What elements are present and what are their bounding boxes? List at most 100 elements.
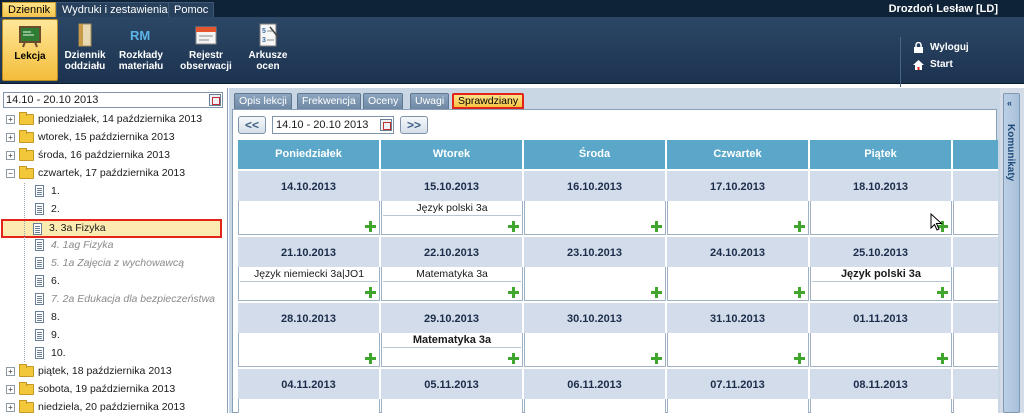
tree-lesson-item[interactable]: 7. 2a Edukacja dla bezpieczeństwa bbox=[3, 291, 223, 308]
test-entry[interactable]: Matematyka 3a bbox=[383, 334, 521, 348]
tree-lesson-item[interactable]: 6. bbox=[3, 273, 223, 290]
menu-tab-dziennik[interactable]: Dziennik bbox=[2, 2, 57, 17]
rejestr-obserwacji-button[interactable]: Rejestr obserwacji bbox=[178, 19, 234, 81]
test-day-cell[interactable] bbox=[524, 399, 666, 413]
add-test-icon[interactable] bbox=[365, 353, 376, 364]
add-test-icon[interactable] bbox=[651, 353, 662, 364]
tree-lesson-item[interactable]: 5. 1a Zajęcia z wychowawcą bbox=[3, 255, 223, 272]
add-test-icon[interactable] bbox=[651, 221, 662, 232]
add-test-icon[interactable] bbox=[794, 287, 805, 298]
arkusze-ocen-button[interactable]: 5 3 Arkusze ocen bbox=[240, 19, 296, 81]
tree-lesson-item[interactable]: 1. bbox=[3, 183, 223, 200]
user-name: Drozdoń Lesław [LD] bbox=[888, 3, 998, 15]
test-day-cell[interactable]: Język niemiecki 3a|JO1 bbox=[238, 267, 380, 301]
test-day-cell[interactable] bbox=[238, 399, 380, 413]
tab-oceny[interactable]: Oceny bbox=[363, 93, 404, 109]
expand-icon[interactable]: + bbox=[6, 151, 15, 160]
chevron-left-icon: « bbox=[1007, 98, 1013, 108]
test-day-cell[interactable] bbox=[953, 399, 998, 413]
test-day-cell[interactable]: Matematyka 3a bbox=[381, 267, 523, 301]
test-day-cell[interactable] bbox=[667, 333, 809, 367]
expand-icon[interactable]: + bbox=[6, 403, 15, 412]
menu-tab-pomoc[interactable]: Pomoc bbox=[168, 2, 215, 17]
tab-opis-lekcji[interactable]: Opis lekcji bbox=[234, 93, 292, 109]
column-header: Środa bbox=[524, 140, 667, 169]
rozklady-materialu-button[interactable]: RM Rozkłady materiału bbox=[113, 19, 169, 81]
tab-uwagi[interactable]: Uwagi bbox=[410, 93, 450, 109]
dziennik-oddzialu-button[interactable]: Dziennik oddziału bbox=[57, 19, 113, 81]
tree-day-item[interactable]: + poniedziałek, 14 października 2013 bbox=[3, 111, 223, 128]
add-test-icon[interactable] bbox=[365, 287, 376, 298]
tree-lesson-item[interactable]: 9. bbox=[3, 327, 223, 344]
test-day-cell[interactable] bbox=[953, 333, 998, 367]
expand-icon[interactable]: + bbox=[6, 385, 15, 394]
tree-lesson-item[interactable]: 10. bbox=[3, 345, 223, 362]
test-entry[interactable]: Matematyka 3a bbox=[383, 268, 521, 282]
tests-panel: << 14.10 - 20.10 2013 >> Poniedziałek Wto… bbox=[232, 109, 998, 413]
test-day-cell[interactable] bbox=[667, 267, 809, 301]
test-day-cell[interactable] bbox=[524, 333, 666, 367]
test-day-cell[interactable] bbox=[953, 201, 998, 235]
test-day-cell[interactable]: Matematyka 3a bbox=[381, 333, 523, 367]
collapse-icon[interactable]: − bbox=[6, 169, 15, 178]
week-range-field[interactable]: 14.10 - 20.10 2013 bbox=[272, 116, 394, 134]
tree-day-item[interactable]: + środa, 16 października 2013 bbox=[3, 147, 223, 164]
tree-day-item[interactable]: + sobota, 19 października 2013 bbox=[3, 381, 223, 398]
tab-sprawdziany[interactable]: Sprawdziany bbox=[452, 93, 525, 109]
test-day-cell[interactable]: Język polski 3a bbox=[810, 267, 952, 301]
folder-icon bbox=[19, 166, 34, 179]
test-day-cell[interactable] bbox=[810, 399, 952, 413]
tree-lesson-item[interactable]: 8. bbox=[3, 309, 223, 326]
expand-icon[interactable]: + bbox=[6, 115, 15, 124]
add-test-icon[interactable] bbox=[508, 287, 519, 298]
test-day-cell[interactable]: Język polski 3a bbox=[381, 201, 523, 235]
add-test-icon[interactable] bbox=[937, 353, 948, 364]
tree-day-item[interactable]: − czwartek, 17 października 2013 bbox=[3, 165, 223, 182]
date-cell: 23.10.2013 bbox=[524, 235, 667, 267]
tree-lesson-item[interactable]: 4. 1ag Fizyka bbox=[3, 237, 223, 254]
test-day-cell[interactable] bbox=[667, 201, 809, 235]
menu-tab-wydruki[interactable]: Wydruki i zestawienia bbox=[56, 2, 174, 17]
expand-icon[interactable]: + bbox=[6, 367, 15, 376]
test-entry[interactable]: Język polski 3a bbox=[812, 268, 950, 282]
tree-day-item[interactable]: + wtorek, 15 października 2013 bbox=[3, 129, 223, 146]
test-day-cell[interactable] bbox=[667, 399, 809, 413]
tree-connector bbox=[24, 345, 25, 362]
test-day-cell[interactable] bbox=[381, 399, 523, 413]
calendar-icon[interactable] bbox=[209, 94, 221, 106]
tree-lesson-label: 7. 2a Edukacja dla bezpieczeństwa bbox=[51, 293, 216, 305]
tree-day-item[interactable]: + piątek, 18 października 2013 bbox=[3, 363, 223, 380]
tree-connector bbox=[24, 221, 25, 238]
prev-week-button[interactable]: << bbox=[238, 116, 266, 134]
test-day-cell[interactable] bbox=[238, 201, 380, 235]
lesson-document-icon bbox=[35, 275, 44, 287]
add-test-icon[interactable] bbox=[365, 221, 376, 232]
add-test-icon[interactable] bbox=[508, 221, 519, 232]
add-test-icon[interactable] bbox=[937, 287, 948, 298]
tree-lesson-item[interactable]: 2. bbox=[3, 201, 223, 218]
test-entry[interactable]: Język polski 3a bbox=[383, 202, 521, 216]
komunikaty-panel-toggle[interactable]: « Komunikaty bbox=[1003, 93, 1020, 413]
account-panel: Wyloguj Start bbox=[900, 37, 1020, 87]
add-test-icon[interactable] bbox=[508, 353, 519, 364]
test-day-cell[interactable] bbox=[953, 267, 998, 301]
date-range-field[interactable]: 14.10 - 20.10 2013 bbox=[3, 92, 223, 108]
tree-connector bbox=[24, 273, 25, 290]
test-day-cell[interactable] bbox=[810, 333, 952, 367]
lekcja-button[interactable]: Lekcja bbox=[2, 19, 58, 81]
add-test-icon[interactable] bbox=[794, 353, 805, 364]
date-cell: 04.11.2013 bbox=[238, 367, 381, 399]
tab-frekwencja[interactable]: Frekwencja bbox=[297, 93, 361, 109]
tree-day-item[interactable]: + niedziela, 20 października 2013 bbox=[3, 399, 223, 413]
tree-lesson-item[interactable]: 3. 3a Fizyka bbox=[1, 219, 222, 238]
expand-icon[interactable]: + bbox=[6, 133, 15, 142]
next-week-button[interactable]: >> bbox=[400, 116, 428, 134]
add-test-icon[interactable] bbox=[794, 221, 805, 232]
test-day-cell[interactable] bbox=[524, 267, 666, 301]
test-day-cell[interactable] bbox=[524, 201, 666, 235]
test-entry[interactable]: Język niemiecki 3a|JO1 bbox=[240, 268, 378, 282]
test-day-cell[interactable] bbox=[238, 333, 380, 367]
add-test-icon[interactable] bbox=[651, 287, 662, 298]
calendar-icon[interactable] bbox=[380, 119, 392, 131]
folder-icon bbox=[19, 130, 34, 143]
